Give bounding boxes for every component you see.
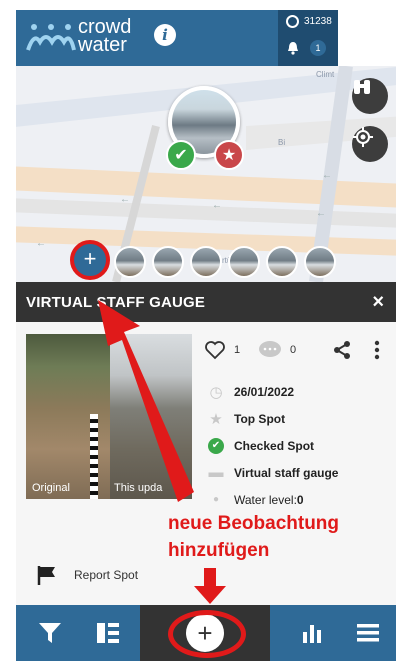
spot-actions: 1 0 [204, 340, 390, 364]
bell-icon [288, 42, 298, 55]
list-icon [97, 623, 119, 643]
clock-icon: ◷ [209, 383, 223, 401]
notifications-button[interactable]: 1 [286, 40, 326, 56]
app-header: crowd water i 31238 1 [0, 0, 396, 66]
trophy-icon [286, 15, 299, 28]
locate-button[interactable] [352, 126, 388, 162]
binoculars-icon [354, 80, 370, 94]
header-status: 31238 1 [278, 10, 338, 66]
brand-name: crowd water [78, 16, 132, 56]
statistics-button[interactable] [288, 605, 336, 661]
filter-icon [39, 623, 61, 643]
spot-photo-comparison[interactable]: Original This upda [26, 334, 192, 499]
photo-label-update: This upda [114, 482, 163, 494]
folder-icon: ▬ [208, 464, 224, 481]
close-icon[interactable]: × [372, 291, 384, 314]
comment-count: 0 [290, 344, 297, 356]
observation-thumbnail[interactable] [304, 246, 336, 278]
plus-icon: + [83, 246, 97, 271]
info-icon: i [162, 26, 168, 44]
comment-icon [259, 341, 281, 357]
observation-thumbnail[interactable] [114, 246, 146, 278]
crowdwater-logo-icon [26, 24, 76, 51]
meta-water-level: ● Water level: 0 [208, 486, 388, 513]
notification-count-badge: 1 [310, 40, 326, 56]
spot-panel-header: VIRTUAL STAFF GAUGE × [16, 282, 396, 322]
explore-button[interactable] [352, 78, 388, 114]
svg-text:←: ← [322, 170, 332, 181]
check-icon: ✔ [174, 147, 188, 164]
observation-thumbnail[interactable] [228, 246, 260, 278]
virtual-gauge-scale [90, 414, 98, 499]
svg-text:←: ← [36, 238, 46, 249]
report-spot-button[interactable]: Report Spot [36, 564, 138, 586]
observation-thumbnails [114, 244, 336, 278]
list-view-button[interactable] [84, 605, 132, 661]
star-icon: ★ [221, 147, 237, 164]
star-icon: ★ [209, 410, 223, 428]
meta-date: ◷ 26/01/2022 [209, 383, 295, 401]
map-label: Climt [316, 70, 335, 79]
flag-icon [37, 566, 55, 585]
check-icon: ✔ [208, 437, 224, 454]
photo-label-original: Original [32, 482, 70, 494]
map-view[interactable]: ← ← ← ← ← Climt rtürCkm Bi ✔ ★ + [16, 66, 396, 282]
heart-icon [205, 341, 225, 360]
top-spot-badge: ★ [214, 140, 244, 170]
menu-button[interactable] [344, 605, 392, 661]
dot-icon: ● [212, 494, 220, 505]
svg-text:←: ← [212, 200, 222, 211]
score-display: 31238 [286, 15, 332, 28]
spot-title: VIRTUAL STAFF GAUGE [26, 294, 206, 311]
score-value: 31238 [304, 16, 332, 27]
menu-icon [357, 624, 379, 642]
add-button-highlight [168, 610, 246, 658]
share-icon [334, 341, 350, 359]
observation-thumbnail[interactable] [266, 246, 298, 278]
observation-thumbnail[interactable] [190, 246, 222, 278]
more-button[interactable] [374, 340, 380, 360]
annotation-text: neue Beobachtung hinzufügen [168, 513, 340, 561]
filter-button[interactable] [26, 605, 74, 661]
chart-icon [303, 625, 321, 643]
checked-badge: ✔ [166, 140, 196, 170]
meta-category: ▬ Virtual staff gauge [208, 464, 339, 481]
meta-checked: ✔ Checked Spot [208, 432, 388, 459]
spot-meta: ◷ 26/01/2022 ★ Top Spot ✔ Checked Spot ▬… [208, 378, 388, 513]
like-button[interactable]: 1 [204, 340, 240, 360]
map-label: Bi [278, 138, 286, 147]
like-count: 1 [234, 344, 241, 356]
info-button[interactable]: i [154, 24, 176, 46]
comment-button[interactable]: 0 [258, 340, 296, 360]
header-blank [338, 10, 396, 66]
share-button[interactable] [332, 340, 352, 360]
more-icon [374, 340, 380, 360]
locate-icon [353, 127, 373, 147]
observation-thumbnail[interactable] [152, 246, 184, 278]
add-observation-map-button[interactable]: + [70, 240, 110, 280]
header-brand-area: crowd water i [16, 10, 278, 66]
meta-top-spot: ★ Top Spot [209, 410, 286, 428]
svg-text:←: ← [120, 194, 130, 205]
update-photo [110, 334, 192, 499]
svg-text:←: ← [316, 208, 326, 219]
